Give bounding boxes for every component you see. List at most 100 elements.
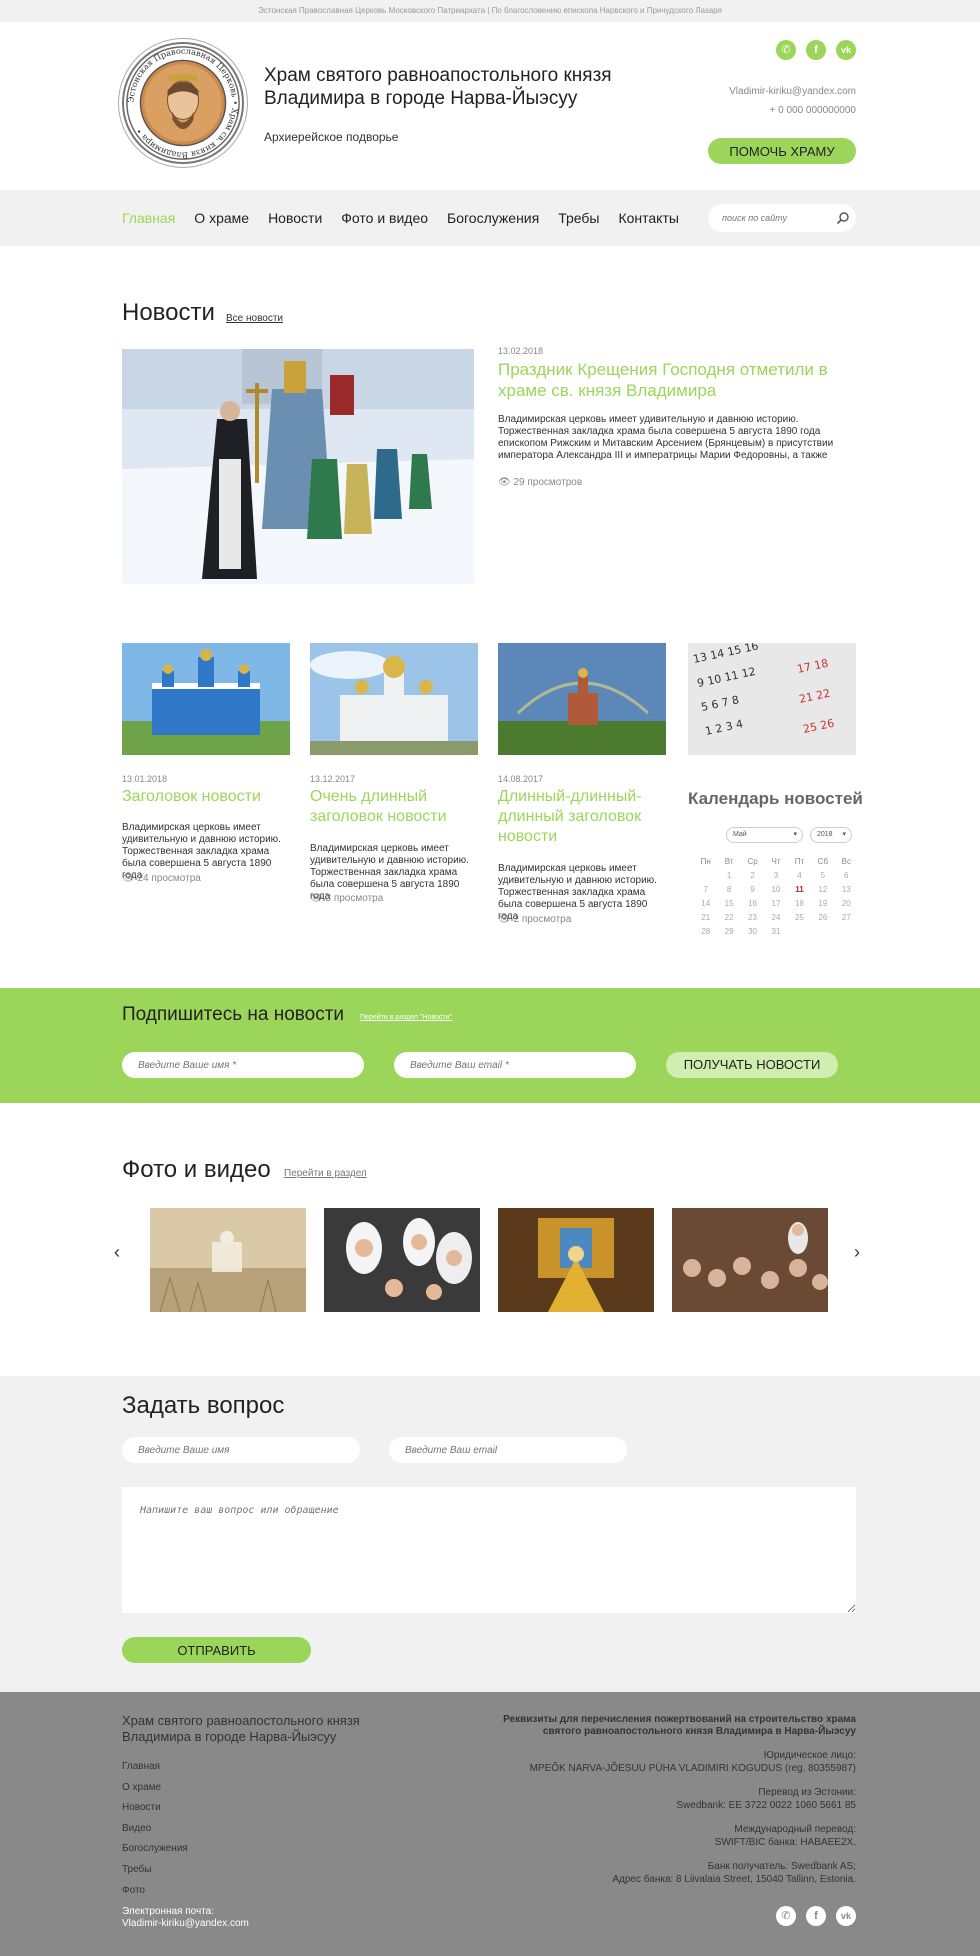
nav-item-media[interactable]: Фото и видео — [341, 210, 428, 226]
news-card-image-2[interactable] — [310, 643, 478, 755]
calendar-day[interactable]: 5 — [811, 871, 834, 880]
subscribe-name-input[interactable] — [122, 1052, 364, 1078]
calendar-day[interactable]: 27 — [835, 913, 858, 922]
footer-link-requests[interactable]: Требы — [122, 1860, 188, 1881]
calendar-day[interactable]: 14 — [694, 899, 717, 908]
nav-item-requests[interactable]: Требы — [558, 210, 599, 226]
ask-name-input[interactable] — [122, 1437, 360, 1463]
vk-icon[interactable]: vk — [836, 40, 856, 60]
footer-link-photo[interactable]: Фото — [122, 1881, 188, 1902]
nav-item-home[interactable]: Главная — [122, 210, 175, 226]
calendar-day[interactable]: 1 — [717, 871, 740, 880]
logo-emblem: Эстонская Православная Церковь • Храм св… — [126, 46, 241, 161]
whatsapp-icon[interactable]: ✆ — [776, 40, 796, 60]
photo-thumb-1[interactable] — [150, 1208, 306, 1312]
calendar-day[interactable]: 16 — [741, 899, 764, 908]
calendar-day[interactable]: 6 — [835, 871, 858, 880]
card-title-3[interactable]: Длинный-длинный-длинный заголовок новост… — [498, 787, 668, 847]
footer-email-block: Электронная почта: Vladimir-kiriku@yande… — [122, 1906, 249, 1930]
main-news-image[interactable] — [122, 349, 474, 584]
views-count: 24 просмотра — [137, 873, 201, 884]
church-logo[interactable]: Эстонская Православная Церковь • Храм св… — [122, 42, 244, 164]
calendar-day[interactable]: 21 — [694, 913, 717, 922]
calendar-day[interactable]: 30 — [741, 927, 764, 936]
nav-item-contacts[interactable]: Контакты — [618, 210, 678, 226]
month-select[interactable]: Май ▾ — [726, 827, 803, 843]
main-news-title[interactable]: Праздник Крещения Господня отметили в хр… — [498, 359, 856, 401]
ask-email-input[interactable] — [389, 1437, 627, 1463]
calendar-day[interactable]: 10 — [764, 885, 787, 894]
calendar-day[interactable]: 11 — [788, 885, 811, 894]
photo-thumb-4[interactable] — [672, 1208, 828, 1312]
footer-title: Храм святого равноапостольного князя Вла… — [122, 1713, 360, 1744]
subscribe-news-link[interactable]: Перейти в раздел "Новости" — [360, 1014, 452, 1021]
footer-link-video[interactable]: Видео — [122, 1819, 188, 1840]
header-email[interactable]: Vladimir-kiriku@yandex.com — [729, 86, 856, 97]
site-title[interactable]: Храм святого равноапостольного князя Вла… — [264, 64, 654, 110]
all-news-link[interactable]: Все новости — [226, 313, 283, 324]
news-card-image-1[interactable] — [122, 643, 290, 755]
calendar-day[interactable]: 26 — [811, 913, 834, 922]
main-news-text: Владимирская церковь имеет удивительную … — [498, 414, 834, 461]
calendar-day[interactable]: 7 — [694, 885, 717, 894]
calendar-day[interactable]: 4 — [788, 871, 811, 880]
footer-link-news[interactable]: Новости — [122, 1798, 188, 1819]
ask-message-textarea[interactable] — [122, 1487, 856, 1613]
card-title-2[interactable]: Очень длинный заголовок новости — [310, 787, 480, 827]
calendar-day[interactable]: 17 — [764, 899, 787, 908]
year-select[interactable]: 2018 ▾ — [810, 827, 852, 843]
calendar-day[interactable]: 28 — [694, 927, 717, 936]
nav-item-about[interactable]: О храме — [194, 210, 249, 226]
calendar-day[interactable]: 29 — [717, 927, 740, 936]
news-card-image-4[interactable]: 13 14 15 16 9 10 11 12 5 6 7 8 1 2 3 4 1… — [688, 643, 856, 755]
footer-email[interactable]: Vladimir-kiriku@yandex.com — [122, 1918, 249, 1930]
calendar-day[interactable]: 3 — [764, 871, 787, 880]
search-icon[interactable] — [836, 211, 850, 225]
photos-section-link[interactable]: Перейти в раздел — [284, 1168, 367, 1179]
year-value: 2018 — [817, 831, 833, 838]
footer-estonia-value: Swedbank: EE 3722 0022 1060 5661 85 — [676, 1800, 856, 1811]
calendar-day[interactable]: 8 — [717, 885, 740, 894]
card-title-1[interactable]: Заголовок новости — [122, 787, 292, 807]
footer-link-about[interactable]: О храме — [122, 1778, 188, 1799]
calendar-day[interactable]: 23 — [741, 913, 764, 922]
calendar-weekday: Сб — [817, 857, 829, 866]
subscribe-button[interactable]: ПОЛУЧАТЬ НОВОСТИ — [666, 1052, 838, 1078]
facebook-icon[interactable]: f — [806, 1906, 826, 1926]
calendar-day[interactable]: 12 — [811, 885, 834, 894]
calendar-day[interactable]: 9 — [741, 885, 764, 894]
facebook-icon[interactable]: f — [806, 40, 826, 60]
help-church-button[interactable]: ПОМОЧЬ ХРАМУ — [708, 138, 856, 164]
news-heading: Новости — [122, 299, 215, 326]
photo-thumb-3[interactable] — [498, 1208, 654, 1312]
calendar-day[interactable]: 18 — [788, 899, 811, 908]
calendar-day[interactable]: 31 — [764, 927, 787, 936]
top-bar: Эстонская Православная Церковь Московско… — [0, 0, 980, 22]
subscribe-email-input[interactable] — [394, 1052, 636, 1078]
calendar-day[interactable]: 15 — [717, 899, 740, 908]
footer-link-services[interactable]: Богослужения — [122, 1839, 188, 1860]
nav-item-services[interactable]: Богослужения — [447, 210, 539, 226]
whatsapp-icon[interactable]: ✆ — [776, 1906, 796, 1926]
subscribe-heading: Подпишитесь на новости — [122, 1004, 345, 1025]
calendar-day[interactable]: 19 — [811, 899, 834, 908]
news-card-image-3[interactable] — [498, 643, 666, 755]
carousel-next-icon[interactable]: › — [854, 1242, 860, 1263]
calendar-weekday: Чт — [771, 857, 781, 866]
calendar-day[interactable]: 25 — [788, 913, 811, 922]
calendar-day[interactable]: 2 — [741, 871, 764, 880]
card-date-3: 14.08.2017 — [498, 774, 544, 784]
eye-icon: 👁 — [498, 477, 514, 488]
calendar-day[interactable]: 13 — [835, 885, 858, 894]
photo-thumb-2[interactable] — [324, 1208, 480, 1312]
send-question-button[interactable]: ОТПРАВИТЬ — [122, 1637, 311, 1663]
calendar-day[interactable]: 24 — [764, 913, 787, 922]
footer-requisites-title: Реквизиты для перечисления пожертвований… — [503, 1714, 856, 1737]
footer-link-home[interactable]: Главная — [122, 1757, 188, 1778]
calendar-day[interactable]: 20 — [835, 899, 858, 908]
nav-item-news[interactable]: Новости — [268, 210, 322, 226]
calendar-day[interactable]: 22 — [717, 913, 740, 922]
search-input[interactable] — [708, 204, 856, 232]
carousel-prev-icon[interactable]: ‹ — [114, 1242, 120, 1263]
vk-icon[interactable]: vk — [836, 1906, 856, 1926]
